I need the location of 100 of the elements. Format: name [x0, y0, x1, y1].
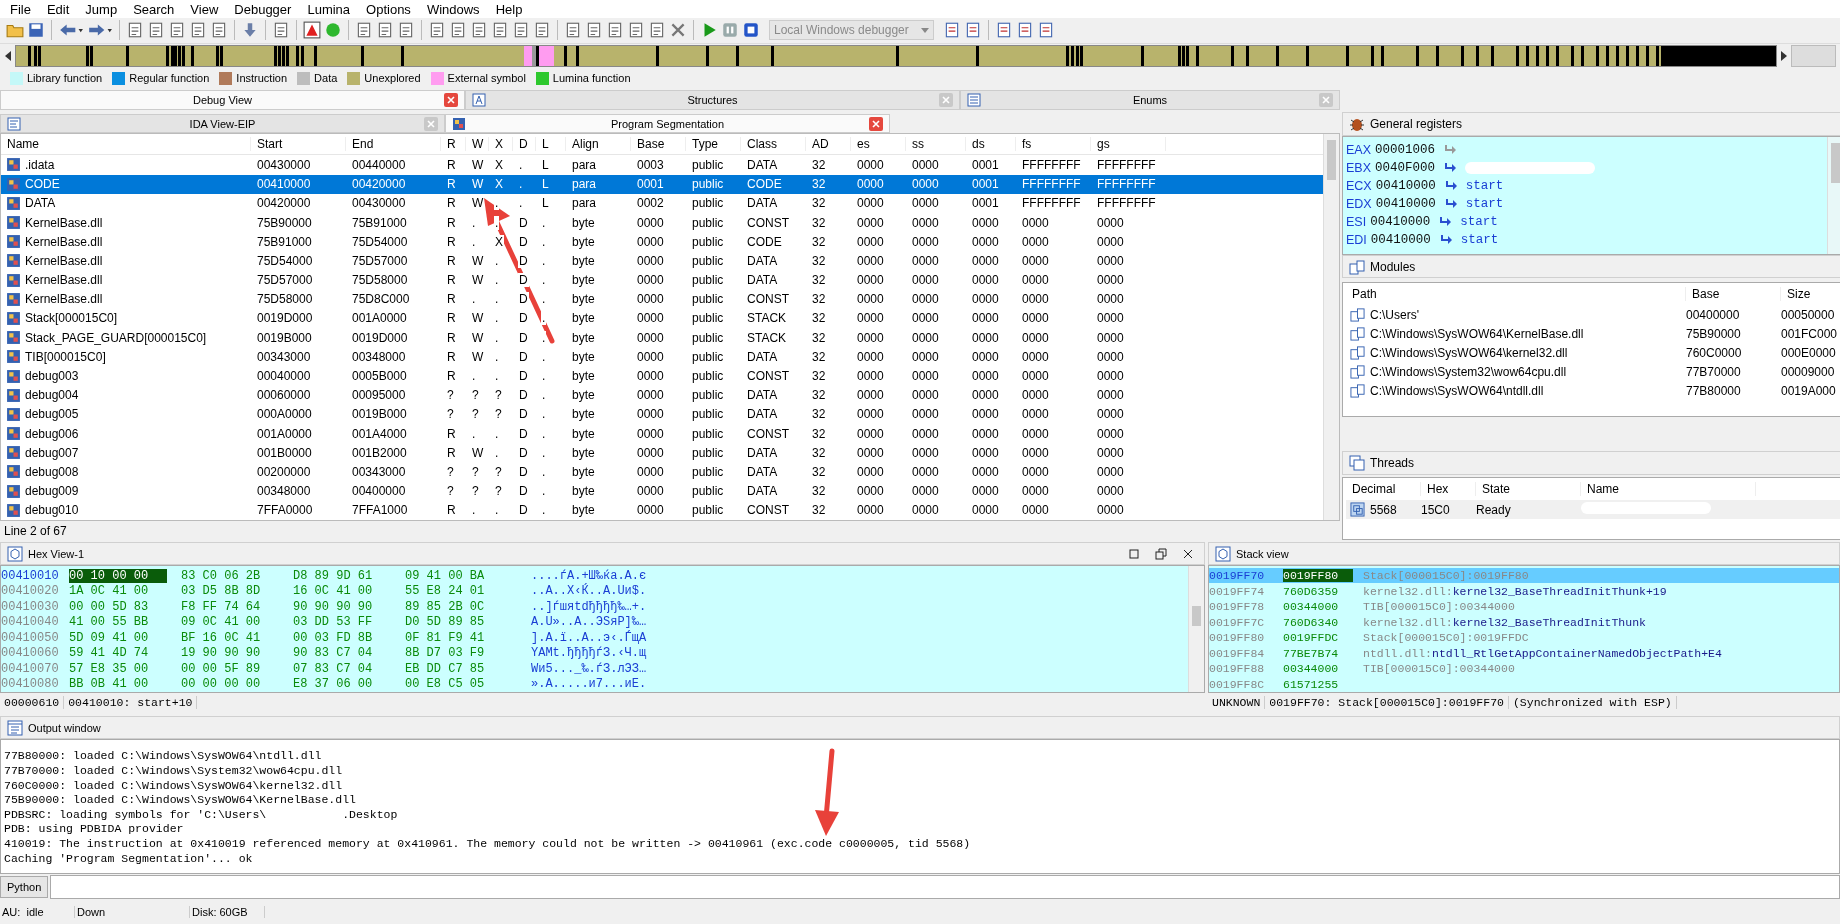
column-header[interactable]: AD	[806, 137, 851, 152]
column-header[interactable]: Base	[631, 137, 686, 152]
panel-tab[interactable]: Structures	[465, 90, 960, 110]
stack-symbol[interactable]: kernel32_BaseThreadInitThunk	[1452, 615, 1646, 629]
scroll-left-icon[interactable]	[4, 50, 12, 63]
stack-row[interactable]: 0019FF88 00344000 TIB[000015C0]:00344000	[1209, 660, 1839, 677]
document-icon[interactable]	[428, 21, 446, 40]
scrollbar[interactable]	[1323, 134, 1339, 520]
scroll-track[interactable]	[1791, 45, 1836, 68]
stack-row[interactable]: 0019FF7C 760D6340 kernel32.dll:kernel32_BaseThreadInitThunk	[1209, 614, 1839, 630]
table-row[interactable]: CODE 00410000 00420000 R W X . L para 0001 public CODE 32 0000 0000 0001 FFFFFFFF FFFFFFFF	[1, 174, 1323, 194]
register-symbol[interactable]: start	[1460, 233, 1499, 248]
stack-row[interactable]: 0019FF78 00344000 TIB[000015C0]:00344000	[1209, 598, 1839, 615]
document-icon[interactable]	[943, 21, 961, 40]
register-value[interactable]: 00410000	[1370, 233, 1431, 248]
column-header[interactable]: W	[466, 137, 489, 152]
maximize-icon[interactable]	[1128, 547, 1140, 560]
panel-tab[interactable]: Debug View	[0, 90, 465, 110]
document-icon[interactable]	[210, 21, 228, 40]
register-value[interactable]: 00410000	[1370, 215, 1431, 230]
stack-row[interactable]: 0019FF8C 61571255	[1209, 676, 1839, 692]
close-icon[interactable]	[1182, 547, 1194, 560]
menu-item[interactable]: Help	[487, 1, 531, 17]
scrollbar[interactable]	[1827, 137, 1840, 254]
warning-icon[interactable]	[303, 21, 321, 40]
document-icon[interactable]	[355, 21, 373, 40]
document-icon[interactable]	[376, 21, 394, 40]
document-icon[interactable]	[470, 21, 488, 40]
menu-item[interactable]: Edit	[38, 1, 78, 17]
navigation-band-drawing[interactable]	[15, 45, 1777, 68]
language-button[interactable]: Python	[0, 876, 49, 899]
register-value[interactable]: 00410000	[1375, 197, 1436, 212]
stack-row[interactable]: 0019FF74 760D6359 kernel32.dll:kernel32_BaseThreadInitThunk+19	[1209, 583, 1839, 599]
menu-item[interactable]: Debugger	[226, 1, 300, 17]
column-header[interactable]: ds	[966, 137, 1016, 152]
view-tab[interactable]: Program Segmentation	[445, 113, 890, 134]
column-header[interactable]: Align	[566, 137, 631, 152]
document-icon[interactable]	[189, 21, 207, 40]
column-header[interactable]: fs	[1016, 137, 1091, 152]
document-icon[interactable]	[585, 21, 603, 40]
command-input[interactable]	[50, 875, 1840, 900]
document-icon[interactable]	[564, 21, 582, 40]
scrollbar[interactable]	[1188, 565, 1204, 692]
menu-item[interactable]: Options	[358, 1, 419, 17]
register-value[interactable]: 0040F000	[1375, 161, 1436, 176]
register-symbol[interactable]: start	[1460, 215, 1498, 230]
document-icon[interactable]	[606, 21, 624, 40]
stack-row[interactable]: 0019FF84 77BE7B74 ntdll.dll:ntdll_RtlGetAppContainerNamedObjectPath+E4	[1209, 645, 1839, 661]
document-icon[interactable]	[995, 21, 1013, 40]
panel-tab[interactable]: Enums	[960, 90, 1340, 110]
column-header[interactable]: State	[1476, 482, 1581, 497]
column-header[interactable]: Base	[1686, 287, 1781, 302]
column-header[interactable]: R	[441, 137, 466, 152]
menu-item[interactable]: View	[182, 1, 227, 17]
view-tab[interactable]: IDA View-EIP	[0, 113, 445, 134]
document-icon[interactable]	[147, 21, 165, 40]
menu-item[interactable]: Jump	[77, 1, 126, 17]
column-header[interactable]: gs	[1091, 137, 1166, 152]
stack-symbol[interactable]: kernel32_BaseThreadInitThunk+19	[1452, 584, 1667, 598]
document-icon[interactable]	[512, 21, 530, 40]
document-icon[interactable]	[449, 21, 467, 40]
menu-item[interactable]: Windows	[418, 1, 488, 17]
register-symbol[interactable]: start	[1465, 179, 1504, 194]
column-header[interactable]: es	[851, 137, 906, 152]
column-header[interactable]: L	[536, 137, 566, 152]
stop-icon[interactable]	[742, 21, 760, 40]
menu-item[interactable]: Lumina	[299, 1, 359, 17]
column-header[interactable]: ss	[906, 137, 966, 152]
column-header[interactable]: Size	[1781, 287, 1840, 302]
scroll-right-icon[interactable]	[1780, 50, 1788, 63]
document-icon[interactable]	[533, 21, 551, 40]
register-value[interactable]: 00410000	[1375, 179, 1436, 194]
stack-row[interactable]: 0019FF80 0019FFDC Stack[000015C0]:0019FFDC	[1209, 629, 1839, 646]
column-header[interactable]: Name	[1, 137, 251, 152]
menu-item[interactable]: File	[2, 1, 39, 17]
document-icon[interactable]	[648, 21, 666, 40]
column-header[interactable]: End	[346, 137, 441, 152]
document-icon[interactable]	[126, 21, 144, 40]
column-header[interactable]: Path	[1346, 287, 1686, 302]
stack-row[interactable]: 0019FF70 0019FF80 Stack[000015C0]:0019FF80	[1209, 567, 1839, 584]
document-icon[interactable]	[627, 21, 645, 40]
column-header[interactable]: D	[513, 137, 536, 152]
restore-icon[interactable]	[1155, 547, 1167, 560]
document-icon[interactable]	[1016, 21, 1034, 40]
document-icon[interactable]	[1037, 21, 1055, 40]
column-header[interactable]: Start	[251, 137, 346, 152]
document-icon[interactable]	[964, 21, 982, 40]
document-icon[interactable]	[168, 21, 186, 40]
register-value[interactable]: 00001006	[1375, 143, 1436, 158]
column-header[interactable]: Class	[741, 137, 806, 152]
document-icon[interactable]	[491, 21, 509, 40]
column-header[interactable]: Hex	[1421, 482, 1476, 497]
save-icon[interactable]	[27, 21, 45, 40]
column-header[interactable]: X	[489, 137, 513, 152]
register-symbol[interactable]: start	[1465, 197, 1504, 212]
stack-symbol[interactable]: ntdll_RtlGetAppContainerNamedObjectPath+E4	[1432, 646, 1722, 660]
column-header[interactable]: Decimal	[1346, 482, 1421, 497]
column-header[interactable]: Type	[686, 137, 741, 152]
menu-item[interactable]: Search	[125, 1, 183, 17]
column-header[interactable]: Name	[1581, 482, 1756, 497]
